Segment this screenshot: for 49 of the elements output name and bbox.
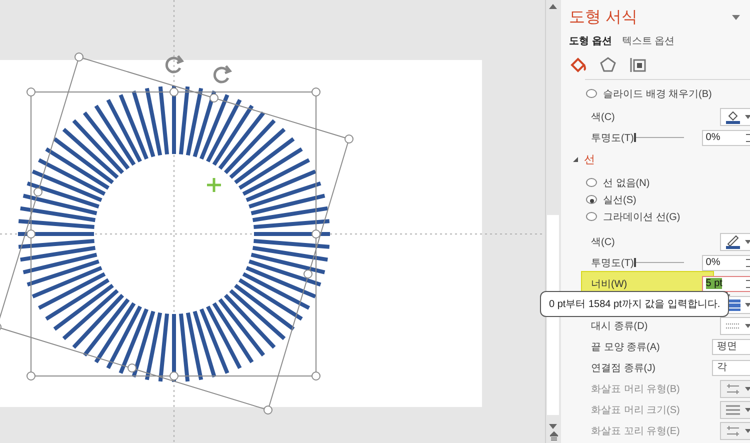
spin-field[interactable]: 0% [702,254,750,270]
field-label: 너비(W) [591,278,628,290]
paint-bucket-icon [724,110,741,124]
selection-frame-drawing[interactable] [0,52,354,414]
lines-icon [724,404,741,416]
slider-thumb[interactable] [634,258,636,267]
field-label: 끝 모양 종류(A) [591,340,660,354]
field-label: 화살표 머리 크기(S) [591,404,680,416]
arrow-lines-icon [724,424,741,436]
field-label: 색(C) [591,110,615,124]
radio-button[interactable] [586,212,597,221]
field-label: 화살표 꼬리 유형(E) [591,424,680,438]
section-title[interactable]: 선 [584,152,595,166]
field-label: 화살표 머리 유형(B) [591,382,680,396]
color-button[interactable] [720,232,750,250]
options-tab[interactable]: 텍스트 옵션 [622,34,675,48]
dash-dropdown[interactable] [720,316,750,334]
rotate-handle-icon[interactable] [213,65,232,84]
move-cursor-icon [207,178,221,192]
field-label: 색(C) [591,236,615,248]
radio-label[interactable]: 슬라이드 배경 채우기(B) [603,86,712,100]
spin-field[interactable]: 0% [702,130,750,146]
radio-label[interactable]: 선 없음(N) [603,176,650,190]
paint-bucket-icon[interactable] [569,56,587,74]
expand-icon[interactable] [573,156,578,162]
caret-icon[interactable] [732,14,740,20]
field-label: 연결점 종류(J) [591,362,656,374]
slider-thumb[interactable] [634,133,636,142]
radio-label[interactable]: 그라데이션 선(G) [603,210,680,224]
field-label: 대시 종류(D) [591,320,648,332]
split-icon[interactable] [549,431,559,441]
dropdown[interactable]: 평면 [712,338,750,354]
radio-button[interactable] [586,89,597,98]
field-label: 투명도(T) [591,132,634,144]
radio-button[interactable] [586,178,597,187]
tooltip: 0 pt부터 1584 pt까지 값을 입력합니다. [540,291,730,317]
sunburst-drawing[interactable] [18,86,330,382]
radio-label[interactable]: 실선(S) [603,192,636,206]
radio-button[interactable] [586,195,597,204]
rotate-handle-icon[interactable] [165,55,184,74]
arrow-lines-icon [724,382,741,394]
pentagon-icon[interactable] [599,56,617,74]
dropdown[interactable]: 각 [712,360,750,376]
pen-icon [724,234,741,248]
color-button[interactable] [720,108,750,126]
panel-title: 도형 서식 [569,8,638,28]
field-label: 투명도(T) [591,256,634,270]
size-icon[interactable] [629,56,647,74]
options-tab[interactable]: 도형 옵션 [569,34,612,48]
